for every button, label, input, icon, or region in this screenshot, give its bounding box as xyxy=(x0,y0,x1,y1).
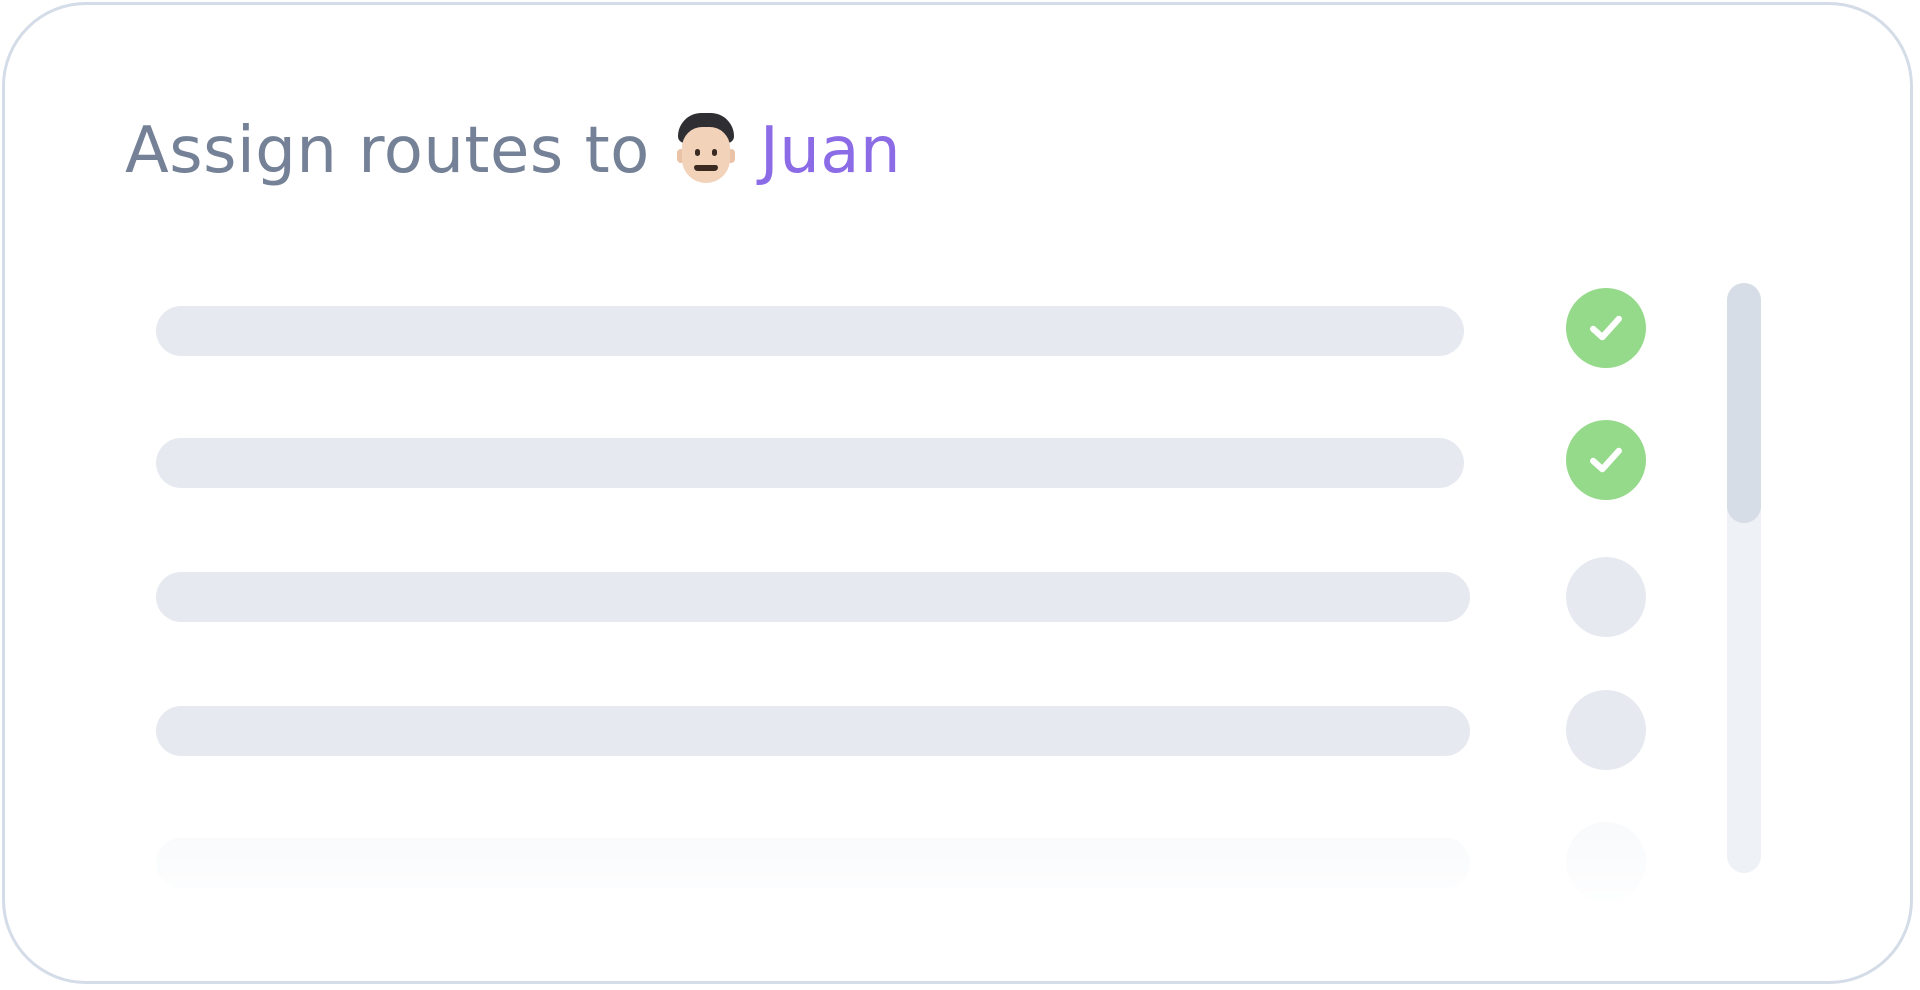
route-3-checkbox[interactable] xyxy=(1566,557,1646,637)
man-with-mustache-avatar-icon xyxy=(674,111,738,191)
route-placeholder-2[interactable] xyxy=(156,438,1464,488)
route-placeholder-4[interactable] xyxy=(156,706,1470,756)
route-placeholder-3[interactable] xyxy=(156,572,1470,622)
route-list-scrollbar[interactable] xyxy=(1727,283,1761,873)
checkmark-icon xyxy=(1590,315,1622,341)
dialog-title: Assign routes to Juan xyxy=(125,101,901,201)
assignee-name[interactable]: Juan xyxy=(760,114,901,188)
checkmark-icon xyxy=(1590,447,1622,473)
route-placeholder-1[interactable] xyxy=(156,306,1464,356)
scrollbar-thumb[interactable] xyxy=(1727,283,1761,523)
title-prefix: Assign routes to xyxy=(125,114,650,188)
list-fade-overlay xyxy=(130,820,1690,920)
route-1-checkbox[interactable] xyxy=(1566,288,1646,368)
route-4-checkbox[interactable] xyxy=(1566,690,1646,770)
route-2-checkbox[interactable] xyxy=(1566,420,1646,500)
